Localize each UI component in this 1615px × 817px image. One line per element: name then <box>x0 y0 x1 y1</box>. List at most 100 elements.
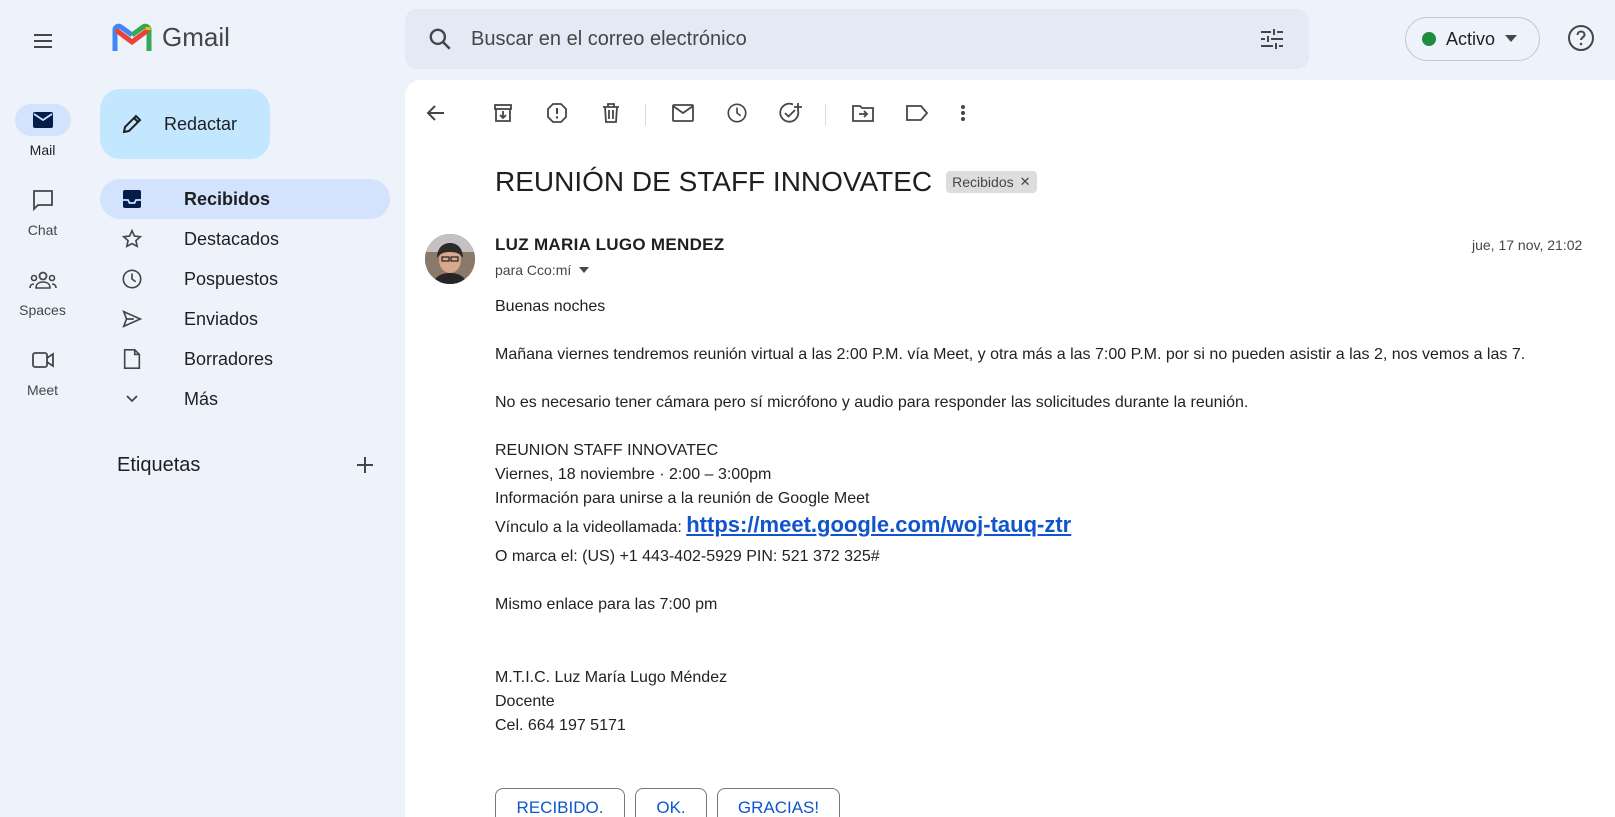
status-dot <box>1422 32 1436 46</box>
nav-label: Borradores <box>184 348 274 369</box>
remove-label-icon[interactable]: ✕ <box>1020 174 1031 190</box>
email-subject-row: REUNIÓN DE STAFF INNOVATEC Recibidos ✕ <box>495 166 1037 198</box>
event-time: Viernes, 18 noviembre · 2:00 – 3:00pm <box>495 466 772 483</box>
labels-button[interactable] <box>901 97 933 129</box>
rail-label: Spaces <box>19 302 66 318</box>
recipient-row[interactable]: para Cco:mí <box>495 262 590 278</box>
clock-icon <box>727 103 747 123</box>
back-button[interactable] <box>420 97 452 129</box>
labels-heading: Etiquetas <box>117 454 201 476</box>
meet-link[interactable]: https://meet.google.com/woj-tauq-ztr <box>686 512 1071 538</box>
add-task-button[interactable] <box>775 97 807 129</box>
add-task-icon <box>779 102 802 123</box>
archive-button[interactable] <box>487 97 519 129</box>
link-prefix: Vínculo a la videollamada: <box>495 519 687 536</box>
email-subject: REUNIÓN DE STAFF INNOVATEC <box>495 166 933 197</box>
rail-label: Meet <box>26 382 59 398</box>
meet-icon <box>31 352 54 368</box>
email-paragraph: Mañana viernes tendremos reunión virtual… <box>495 346 1526 363</box>
nav-label: Pospuestos <box>184 268 279 289</box>
pencil-icon <box>120 112 144 136</box>
report-spam-icon <box>547 103 567 123</box>
help-button[interactable] <box>1567 24 1597 54</box>
rail-item-spaces[interactable]: Spaces <box>0 264 85 318</box>
more-options-button[interactable] <box>947 97 979 129</box>
rail-item-chat[interactable]: Chat <box>0 184 85 238</box>
search-bar[interactable]: Buscar en el correo electrónico <box>405 9 1309 69</box>
smart-reply-gracias[interactable]: GRACIAS! <box>717 788 840 817</box>
search-input[interactable]: Buscar en el correo electrónico <box>471 28 1259 51</box>
label-icon <box>906 105 928 121</box>
sender-avatar[interactable] <box>425 234 475 284</box>
rail-label: Chat <box>27 222 58 238</box>
nav-item-recibidos[interactable]: Recibidos <box>100 179 390 219</box>
help-icon <box>1568 25 1594 51</box>
smart-reply-ok[interactable]: OK. <box>635 788 707 817</box>
status-selector[interactable]: Activo <box>1405 17 1540 61</box>
label-chip-text: Recibidos <box>952 174 1014 190</box>
nav-item-mas[interactable]: Más <box>100 379 390 419</box>
snooze-button[interactable] <box>721 97 753 129</box>
gmail-m-icon <box>112 23 152 51</box>
signature-role: Docente <box>495 693 555 710</box>
mail-icon <box>32 112 53 128</box>
signature-phone: Cel. 664 197 5171 <box>495 717 626 734</box>
nav-label: Recibidos <box>184 188 271 209</box>
compose-label: Redactar <box>164 113 238 134</box>
star-icon <box>120 227 144 251</box>
signature-name: M.T.I.C. Luz María Lugo Méndez <box>495 669 728 686</box>
email-date: jue, 17 nov, 21:02 <box>1472 237 1583 253</box>
same-link-note: Mismo enlace para las 7:00 pm <box>495 596 718 613</box>
nav-label: Destacados <box>184 228 280 249</box>
search-icon[interactable] <box>427 26 453 52</box>
rail-item-mail[interactable]: Mail <box>0 104 85 158</box>
delete-button[interactable] <box>595 97 627 129</box>
add-label-button[interactable] <box>355 455 379 479</box>
caret-down-icon <box>1505 35 1518 43</box>
nav-item-borradores[interactable]: Borradores <box>100 339 390 379</box>
app-name: Gmail <box>162 22 230 52</box>
search-options-icon[interactable] <box>1259 27 1285 51</box>
rail-item-meet[interactable]: Meet <box>0 344 85 398</box>
nav-item-enviados[interactable]: Enviados <box>100 299 390 339</box>
smart-reply-recibido[interactable]: RECIBIDO. <box>495 788 625 817</box>
draft-icon <box>120 347 144 371</box>
dial-in: O marca el: (US) +1 443-402-5929 PIN: 52… <box>495 548 880 565</box>
nav-label: Enviados <box>184 308 259 329</box>
nav-item-pospuestos[interactable]: Pospuestos <box>100 259 390 299</box>
gmail-logo[interactable]: Gmail <box>112 22 230 53</box>
label-chip[interactable]: Recibidos ✕ <box>946 171 1037 193</box>
recipient-text: para Cco:mí <box>495 262 572 278</box>
chevron-down-icon <box>120 387 144 411</box>
toolbar-divider <box>645 104 646 126</box>
chat-icon <box>32 190 53 211</box>
nav-label: Más <box>184 388 219 409</box>
mail-unread-icon <box>672 104 694 122</box>
message-view: REUNIÓN DE STAFF INNOVATEC Recibidos ✕ L… <box>405 80 1615 817</box>
status-label: Activo <box>1446 28 1496 49</box>
sender-name[interactable]: LUZ MARIA LUGO MENDEZ <box>495 235 724 255</box>
email-greeting: Buenas noches <box>495 298 606 315</box>
join-info: Información para unirse a la reunión de … <box>495 490 870 507</box>
report-spam-button[interactable] <box>541 97 573 129</box>
email-paragraph: No es necesario tener cámara pero sí mic… <box>495 394 1249 411</box>
arrow-back-icon <box>426 105 444 121</box>
clock-icon <box>120 267 144 291</box>
more-vert-icon <box>961 105 965 121</box>
hamburger-menu-icon <box>34 34 52 48</box>
send-icon <box>120 307 144 331</box>
main-menu-button[interactable] <box>28 26 58 56</box>
nav-item-destacados[interactable]: Destacados <box>100 219 390 259</box>
plus-icon <box>357 457 373 473</box>
trash-icon <box>603 103 619 123</box>
toolbar-divider <box>825 104 826 126</box>
move-to-button[interactable] <box>847 97 879 129</box>
caret-down-icon[interactable] <box>579 267 590 273</box>
mark-unread-button[interactable] <box>667 97 699 129</box>
event-title: REUNION STAFF INNOVATEC <box>495 442 719 459</box>
compose-button[interactable]: Redactar <box>100 89 270 159</box>
archive-icon <box>494 104 512 122</box>
move-to-folder-icon <box>852 105 874 122</box>
rail-label: Mail <box>29 142 56 158</box>
avatar-photo-icon <box>425 234 475 284</box>
